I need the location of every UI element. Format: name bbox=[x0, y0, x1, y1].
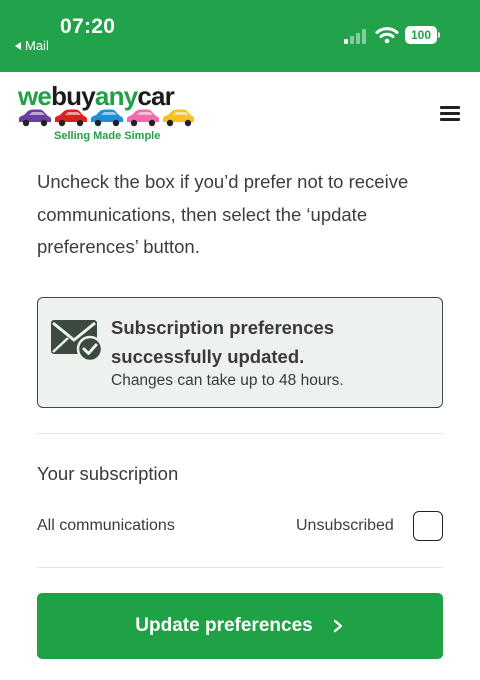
logo-wordmark: webuyanycar bbox=[18, 81, 175, 111]
cellular-signal-icon bbox=[344, 28, 368, 44]
update-preferences-label: Update preferences bbox=[135, 615, 313, 636]
all-communications-label: All communications bbox=[37, 517, 175, 534]
status-bar: 07:20 Mail 100 bbox=[0, 0, 480, 72]
divider bbox=[37, 433, 443, 434]
subscription-status: Unsubscribed bbox=[296, 517, 394, 534]
logo-car-icon bbox=[163, 109, 194, 127]
alert-subtitle: Changes can take up to 48 hours. bbox=[111, 372, 344, 389]
logo-cars-icon bbox=[19, 109, 194, 127]
divider bbox=[37, 567, 443, 568]
wifi-icon bbox=[375, 27, 399, 44]
status-time: 07:20 bbox=[60, 15, 116, 38]
subscription-heading: Your subscription bbox=[37, 463, 179, 484]
logo-tagline: Selling Made Simple bbox=[54, 130, 161, 142]
chevron-right-icon bbox=[333, 619, 342, 633]
intro-text: Uncheck the box if you’d prefer not to r… bbox=[37, 171, 409, 257]
back-triangle-icon bbox=[15, 41, 21, 50]
logo-car-icon bbox=[91, 109, 123, 127]
back-label: Mail bbox=[25, 38, 49, 53]
update-preferences-button[interactable]: Update preferences bbox=[37, 593, 443, 659]
webuyanycar-logo[interactable]: webuyanycar Selling Made Simple bbox=[18, 82, 198, 146]
hamburger-menu-icon[interactable] bbox=[438, 104, 462, 124]
site-header: webuyanycar Selling Made Simple bbox=[0, 72, 480, 154]
success-alert: Subscription preferences successfully up… bbox=[37, 297, 443, 408]
logo-car-icon bbox=[55, 109, 87, 127]
alert-title: Subscription preferences successfully up… bbox=[111, 317, 335, 367]
logo-car-icon bbox=[127, 109, 159, 127]
logo-car-icon bbox=[19, 109, 51, 127]
all-communications-checkbox[interactable] bbox=[413, 511, 443, 541]
back-to-mail-link[interactable]: Mail bbox=[15, 38, 49, 53]
battery-nub bbox=[438, 32, 440, 38]
battery-indicator: 100 bbox=[405, 26, 437, 44]
envelope-check-icon bbox=[51, 320, 103, 362]
